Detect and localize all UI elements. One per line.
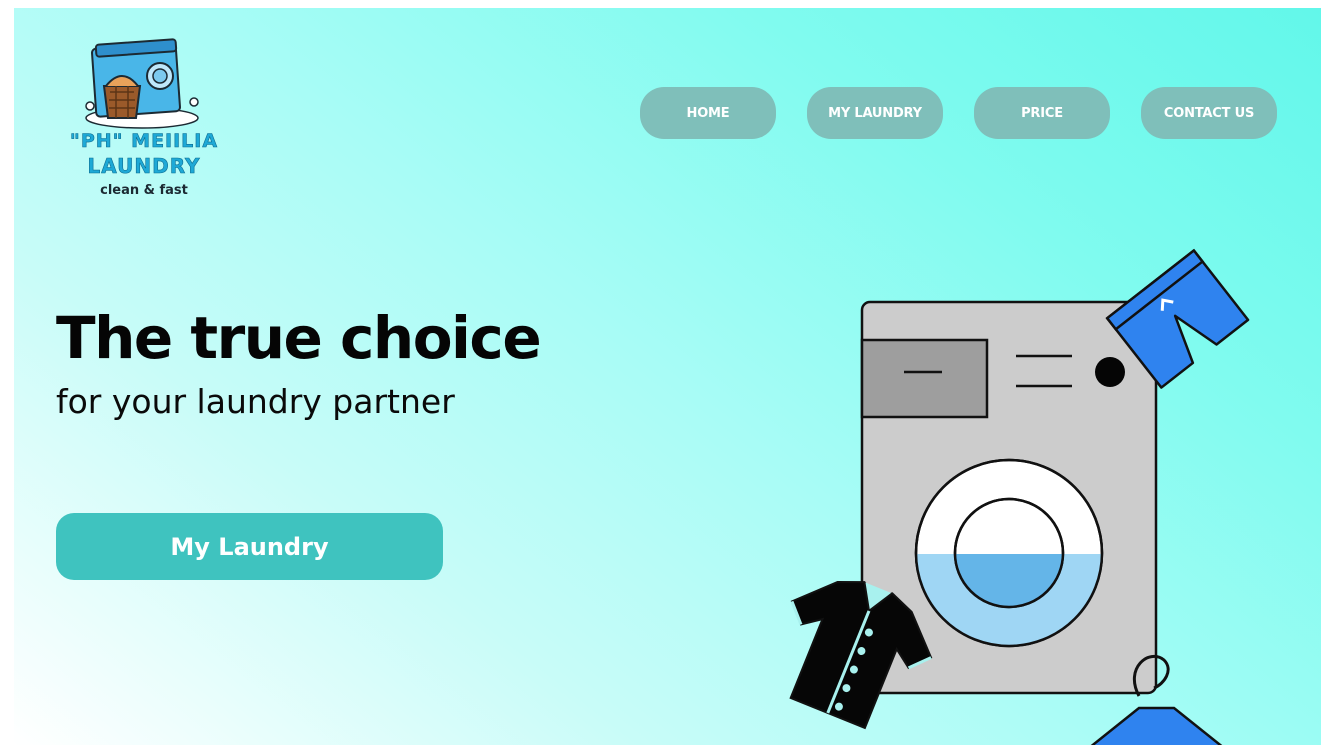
- brand-name-line2: LAUNDRY: [87, 154, 201, 179]
- my-laundry-cta-button[interactable]: My Laundry: [56, 513, 443, 580]
- brand-tagline: clean & fast: [100, 183, 188, 198]
- nav-contact-us-button[interactable]: CONTACT US: [1141, 87, 1277, 139]
- nav-my-laundry-button[interactable]: MY LAUNDRY: [807, 87, 943, 139]
- landing-page: "PH" MEIILIA LAUNDRY clean & fast HOME M…: [14, 8, 1321, 745]
- hero-subtitle: for your laundry partner: [56, 382, 455, 421]
- nav-price-button[interactable]: PRICE: [974, 87, 1110, 139]
- brand-name-line1: "PH" MEIILIA: [69, 130, 219, 153]
- washing-machine-illustration-icon: [789, 248, 1250, 745]
- washing-machine-logo-icon: [85, 38, 199, 129]
- brand-logo[interactable]: "PH" MEIILIA LAUNDRY clean & fast: [54, 36, 244, 211]
- nav-home-button[interactable]: HOME: [640, 87, 776, 139]
- main-nav: HOME MY LAUNDRY PRICE CONTACT US: [640, 87, 1280, 139]
- hero-title: The true choice: [56, 304, 542, 372]
